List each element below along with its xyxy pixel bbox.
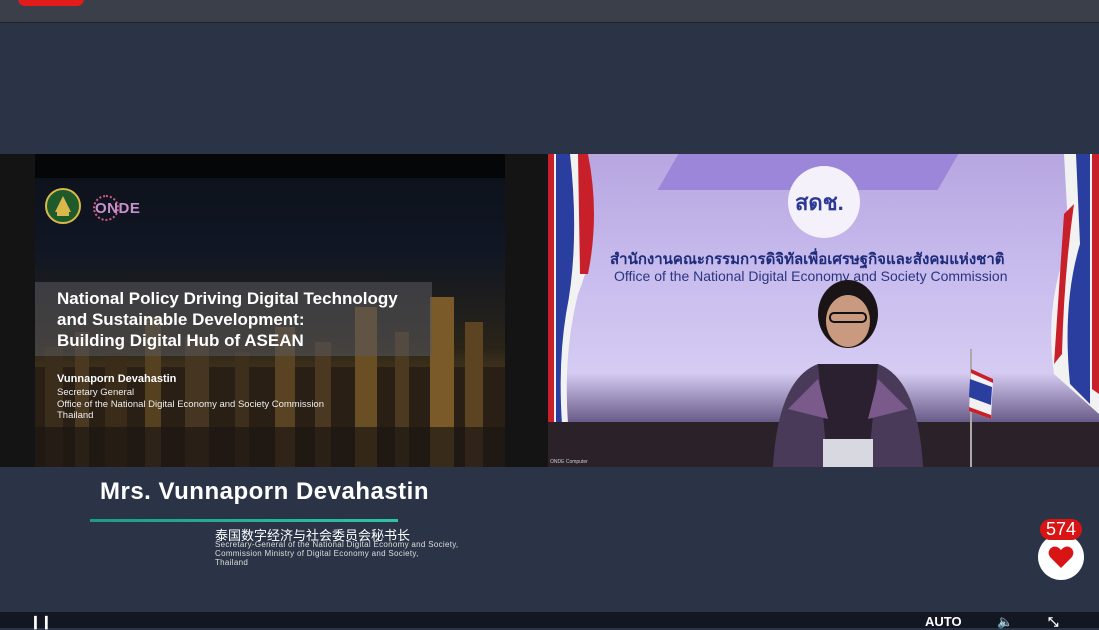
speaker-title-line: Thailand [215,558,249,567]
top-bar [0,0,1099,23]
slide-role-line: Office of the National Digital Economy a… [57,398,325,410]
camera-feed: สดช. สำนักงานคณะกรรมการดิจิทัลเพื่อเศรษฐ… [548,154,1099,467]
speaker-title-line: Secretary-General of the National Digita… [215,540,459,549]
like-button[interactable] [1038,534,1084,580]
name-underline [90,519,398,522]
slide-title-line: Building Digital Hub of ASEAN [57,331,304,350]
speaker-figure [773,280,923,467]
quality-button[interactable]: AUTO [925,614,962,629]
camera-caption: ONDE Computer [550,459,588,465]
live-badge [18,0,84,6]
like-count-badge: 574 [1040,519,1083,540]
speaker-title-english: Secretary-General of the National Digita… [215,540,458,567]
desk-flag [969,349,993,467]
onde-logo: ONDE [95,200,141,217]
speaker-title-line: Commission Ministry of Digital Economy a… [215,549,419,558]
slide-presenter-name: Vunnaporn Devahastin [57,373,177,385]
sdc-logo: สดช. [795,190,844,215]
video-stage[interactable]: ONDE National Policy Driving Digital Tec… [0,154,1099,467]
slide-presenter-role: Secretary General Office of the National… [57,387,324,422]
slide-top-strip [35,154,505,178]
presentation-slide: ONDE National Policy Driving Digital Tec… [35,154,505,467]
slide-role-line: Secretary General [57,387,135,398]
thai-flag-left [548,154,594,424]
thai-flag-right [1051,154,1099,414]
slide-role-line: Thailand [57,410,94,421]
government-emblem-icon [45,188,81,224]
slide-title-line: and Sustainable Development: [57,310,305,329]
slide-title-line: National Policy Driving Digital Technolo… [57,289,398,308]
slide-title: National Policy Driving Digital Technolo… [57,288,437,351]
heart-icon [1048,546,1074,568]
speaker-name: Mrs. Vunnaporn Devahastin [100,478,429,505]
